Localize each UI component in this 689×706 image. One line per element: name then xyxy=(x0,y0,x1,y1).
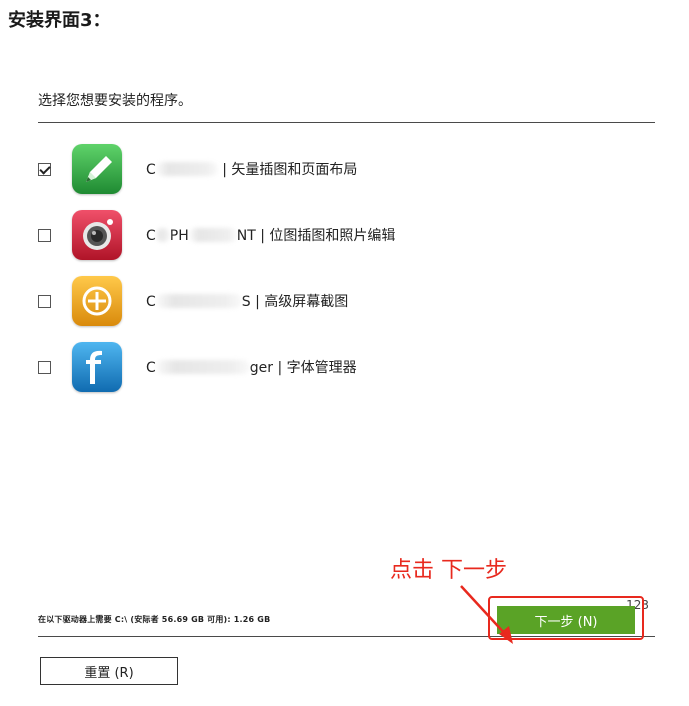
program-name-photo: C PH NT | 位图插图和照片编辑 xyxy=(146,228,396,244)
capture-icon xyxy=(72,276,122,326)
camera-icon xyxy=(72,210,122,260)
install-prompt: 选择您想要安装的程序。 xyxy=(38,93,192,109)
program-name-draw: C | 矢量插图和页面布局 xyxy=(146,162,358,178)
program-name-capture: CS | 高级屏幕截图 xyxy=(146,294,349,310)
program-checkbox-font[interactable] xyxy=(38,360,51,374)
top-divider xyxy=(38,122,655,123)
program-item-draw[interactable]: C | 矢量插图和页面布局 xyxy=(38,144,638,194)
annotation-text: 点击 下一步 xyxy=(390,558,507,583)
program-checkbox-capture[interactable] xyxy=(38,294,51,308)
annotation-arrow-icon xyxy=(460,585,513,644)
program-item-photo[interactable]: C PH NT | 位图插图和照片编辑 xyxy=(38,210,638,260)
article-heading: 安装界面3： xyxy=(8,10,111,31)
program-item-capture[interactable]: CS | 高级屏幕截图 xyxy=(38,276,638,326)
font-icon xyxy=(72,342,122,392)
disk-space-info: 在以下驱动器上需要 C:\ (安际者 56.69 GB 可用): 1.26 GB xyxy=(38,615,271,624)
program-item-font[interactable]: Cger | 字体管理器 xyxy=(38,342,638,392)
program-checkbox-photo[interactable] xyxy=(38,228,51,242)
reset-button[interactable]: 重置 (R) xyxy=(40,657,178,685)
program-name-font: Cger | 字体管理器 xyxy=(146,360,357,376)
pen-icon xyxy=(72,144,122,194)
program-checkbox-draw[interactable] xyxy=(38,162,51,176)
